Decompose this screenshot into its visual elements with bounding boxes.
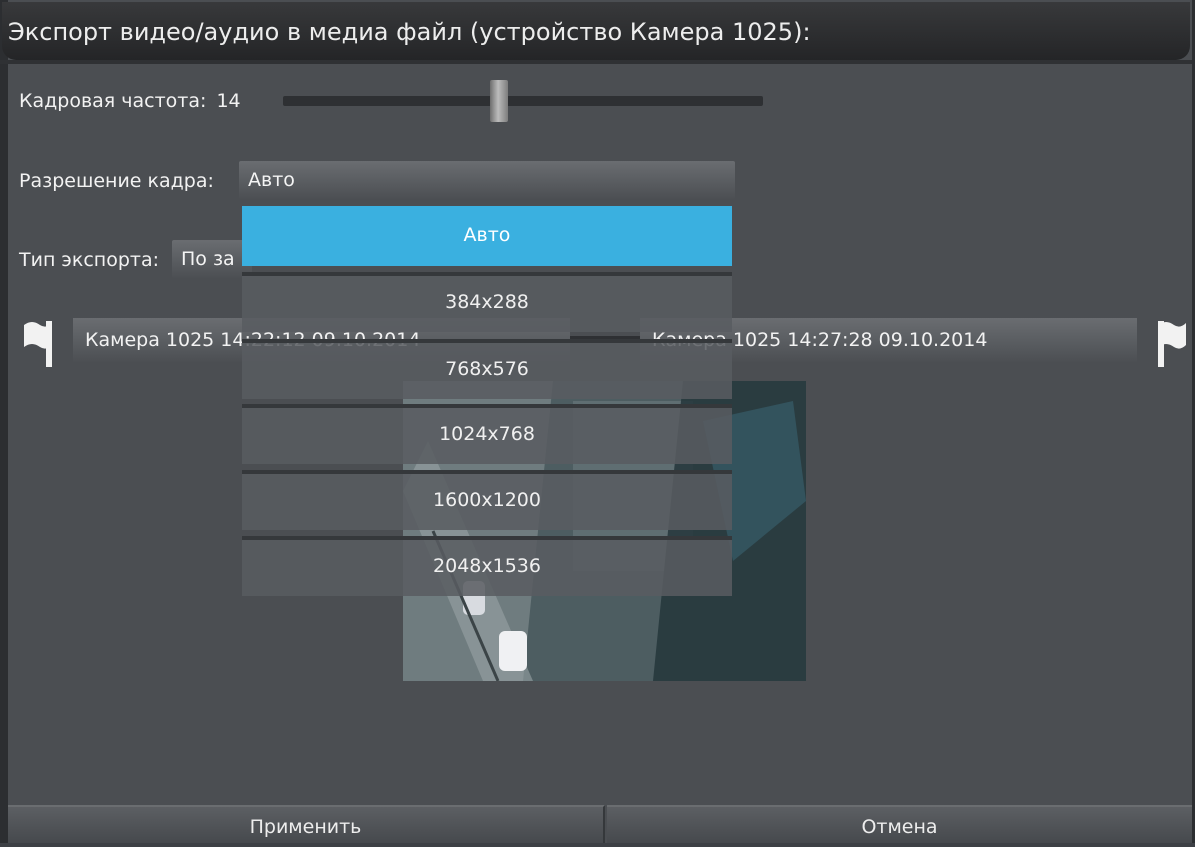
apply-button[interactable]: Применить bbox=[8, 805, 605, 843]
resolution-label: Разрешение кадра: bbox=[19, 170, 214, 192]
framerate-label-text: Кадровая частота: bbox=[19, 90, 207, 112]
framerate-slider[interactable] bbox=[283, 96, 763, 106]
framerate-label: Кадровая частота: 14 bbox=[19, 90, 241, 112]
resolution-option-384x288[interactable]: 384x288 bbox=[242, 272, 732, 332]
resolution-option-auto[interactable]: Авто bbox=[242, 206, 732, 266]
title-divider bbox=[0, 60, 1192, 64]
export-type-select[interactable]: По за bbox=[172, 240, 252, 278]
resolution-option-768x576[interactable]: 768x576 bbox=[242, 339, 732, 399]
resolution-option-1024x768[interactable]: 1024x768 bbox=[242, 404, 732, 464]
dialog-title: Экспорт видео/аудио в медиа файл (устрой… bbox=[2, 2, 1190, 60]
end-flag-icon[interactable] bbox=[1152, 315, 1188, 367]
export-type-label: Тип экспорта: bbox=[19, 249, 159, 271]
cancel-button[interactable]: Отмена bbox=[607, 805, 1192, 843]
start-flag-icon[interactable] bbox=[22, 315, 58, 367]
framerate-value: 14 bbox=[216, 90, 241, 112]
framerate-slider-thumb[interactable] bbox=[490, 80, 508, 122]
resolution-dropdown: Авто 384x288 768x576 1024x768 1600x1200 … bbox=[242, 206, 732, 598]
resolution-option-2048x1536[interactable]: 2048x1536 bbox=[242, 536, 732, 596]
resolution-select[interactable]: Авто bbox=[239, 161, 735, 199]
resolution-option-1600x1200[interactable]: 1600x1200 bbox=[242, 470, 732, 530]
